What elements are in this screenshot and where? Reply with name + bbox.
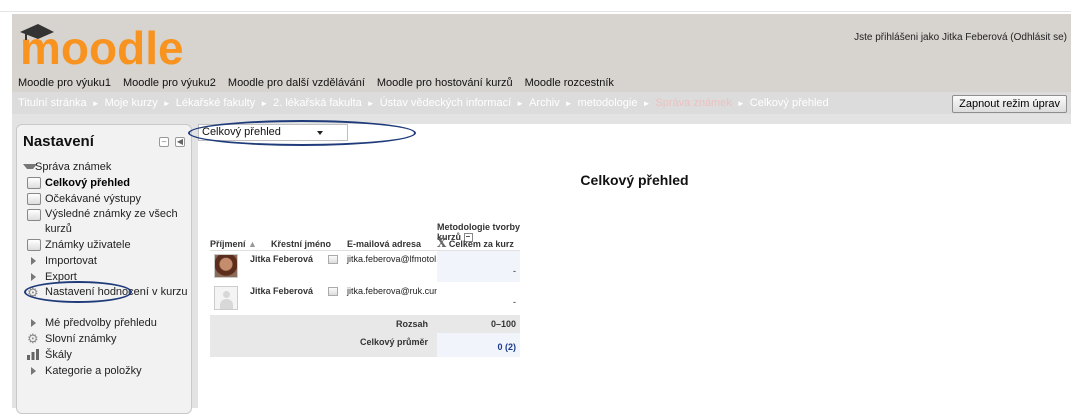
tree-item-label: Výsledné známky ze všech kurzů — [45, 208, 178, 235]
page-header: moodle Jste přihlášeni jako Jitka Febero… — [12, 14, 1071, 74]
col-surname-header[interactable]: Příjmení ▲ — [210, 239, 257, 249]
user-report-icon[interactable] — [328, 287, 338, 296]
custom-menu: Moodle pro výuku1 Moodle pro výuku2 Mood… — [12, 74, 1071, 92]
report-icon — [27, 209, 41, 221]
grade-cell[interactable]: - — [437, 251, 520, 282]
settings-tree: Správa známek Celkový přehled Očekávané … — [23, 159, 189, 379]
breadcrumb: Titulní stránka ► Moje kurzy ► Lékařské fa… — [12, 92, 1071, 114]
breadcrumb-separator-icon: ► — [366, 98, 375, 108]
highlight-oval-report-select — [188, 120, 416, 146]
breadcrumb-separator-icon: ► — [642, 98, 651, 108]
block-title: Nastavení — [23, 133, 94, 150]
range-row: Rozsah 0–100 — [210, 315, 520, 333]
tree-item-label: Známky uživatele — [45, 239, 131, 251]
tree-item-label: Škály — [45, 349, 72, 361]
header-label: Příjmení — [210, 239, 246, 249]
tree-item-import[interactable]: Importovat — [23, 253, 189, 269]
tree-item-user-report[interactable]: Známky uživatele — [23, 237, 189, 253]
tree-item-categories[interactable]: Kategorie a položky — [23, 363, 189, 379]
breadcrumb-item[interactable]: Archiv — [529, 97, 560, 109]
turn-editing-on-button[interactable]: Zapnout režim úprav — [952, 95, 1067, 113]
average-label: Celkový průměr — [359, 337, 428, 347]
breadcrumb-separator-icon: ► — [736, 98, 745, 108]
scales-icon — [27, 349, 39, 360]
block-dock-icon[interactable]: ◀ — [175, 137, 185, 147]
tree-item-letters[interactable]: ⚙ Slovní známky — [23, 331, 189, 347]
settings-block: Nastavení – ◀ Správa známek Celkový přeh… — [16, 124, 192, 414]
report-icon — [27, 239, 41, 251]
menu-item-dalsi-vzdelavani[interactable]: Moodle pro další vzdělávání — [228, 77, 365, 89]
report-icon — [27, 193, 41, 205]
breadcrumb-item[interactable]: metodologie — [578, 97, 638, 109]
user-avatar[interactable] — [214, 254, 238, 278]
grader-table: Příjmení ▲ Křestní jméno E-mailová adres… — [210, 220, 520, 357]
table-header-row: Příjmení ▲ Křestní jméno E-mailová adres… — [210, 220, 520, 260]
menu-item-vyuka1[interactable]: Moodle pro výuku1 — [18, 77, 111, 89]
grade-cell[interactable]: - — [437, 282, 520, 315]
breadcrumb-separator-icon: ► — [91, 98, 100, 108]
page-title: Celkový přehled — [580, 172, 689, 188]
table-row: Jitka Feberová jitka.feberova@lfmotol.cu… — [210, 251, 520, 282]
browser-top-strip — [0, 0, 1071, 12]
breadcrumb-separator-icon: ► — [162, 98, 171, 108]
average-row: Celkový průměr 0 (2) — [210, 333, 520, 357]
gear-icon: ⚙ — [27, 331, 39, 346]
table-row: Jitka Feberová jitka.feberova@ruk.cuni.c… — [210, 282, 520, 315]
tree-item-grade-admin[interactable]: Správa známek — [23, 159, 189, 175]
grade-value: - — [513, 266, 516, 276]
col-firstname-header[interactable]: Křestní jméno — [271, 239, 331, 249]
tree-item-label: Celkový přehled — [45, 177, 130, 189]
sort-asc-icon: ▲ — [248, 239, 257, 249]
tree-item-label: Kategorie a položky — [45, 365, 142, 377]
tree-item-grader-report[interactable]: Celkový přehled — [23, 175, 189, 191]
collapsed-arrow-icon — [31, 257, 36, 265]
range-value: 0–100 — [490, 319, 516, 329]
block-hide-icon[interactable]: – — [159, 137, 169, 147]
breadcrumb-item[interactable]: Ústav vědeckých informací — [380, 97, 511, 109]
breadcrumb-separator-icon: ► — [516, 98, 525, 108]
breadcrumb-item[interactable]: Lékařské fakulty — [176, 97, 255, 109]
average-value: 0 (2) — [497, 342, 516, 352]
student-name[interactable]: Jitka Feberová — [250, 254, 313, 264]
aggregate-sigma-icon: Χ̄ — [437, 236, 447, 250]
menu-item-hostovani[interactable]: Moodle pro hostování kurzů — [377, 77, 513, 89]
header-label: Celkem za kurz — [448, 239, 514, 249]
bar-chart-icon — [27, 349, 39, 360]
tree-item-outcomes[interactable]: Očekávané výstupy — [23, 191, 189, 207]
tree-item-label: Očekávané výstupy — [45, 193, 141, 205]
breadcrumb-current: Celkový přehled — [749, 97, 829, 109]
collapsed-arrow-icon — [31, 319, 36, 327]
average-cell: 0 (2) — [437, 333, 520, 357]
user-avatar[interactable] — [214, 286, 238, 310]
user-report-icon[interactable] — [328, 255, 338, 264]
breadcrumb-separator-icon: ► — [260, 98, 269, 108]
tree-item-label: Importovat — [45, 255, 97, 267]
breadcrumb-item[interactable]: Titulní stránka — [18, 97, 87, 109]
moodle-logo[interactable]: moodle — [18, 20, 188, 70]
menu-item-vyuka2[interactable]: Moodle pro výuku2 — [123, 77, 216, 89]
tree-item-my-preferences[interactable]: Mé předvolby přehledu — [23, 315, 189, 331]
collapsed-arrow-icon — [31, 273, 36, 281]
tree-item-label: Správa známek — [35, 161, 112, 173]
tree-item-label: Slovní známky — [45, 333, 117, 345]
range-label: Rozsah — [395, 319, 428, 329]
tree-item-scales[interactable]: Škály — [23, 347, 189, 363]
grade-value: - — [513, 297, 516, 307]
report-icon — [27, 177, 41, 189]
tree-item-overview[interactable]: Výsledné známky ze všech kurzů — [23, 207, 189, 237]
breadcrumb-item[interactable]: Správa známek — [655, 97, 731, 109]
col-email-header[interactable]: E-mailová adresa — [347, 239, 421, 249]
menu-item-rozcestnik[interactable]: Moodle rozcestník — [525, 77, 614, 89]
moodle-page: moodle Jste přihlášeni jako Jitka Febero… — [12, 14, 1071, 414]
highlight-oval-export — [24, 281, 132, 303]
main-content: Celkový přehled Celkový přehled Příjmení… — [198, 124, 1071, 408]
student-name[interactable]: Jitka Feberová — [250, 286, 313, 296]
breadcrumb-item[interactable]: 2. lékařská fakulta — [273, 97, 362, 109]
collapsed-arrow-icon — [31, 367, 36, 375]
breadcrumb-separator-icon: ► — [564, 98, 573, 108]
tree-item-label: Mé předvolby přehledu — [45, 317, 157, 329]
moodle-logo-graphic: moodle — [20, 22, 184, 70]
login-info[interactable]: Jste přihlášeni jako Jitka Feberová (Odh… — [854, 32, 1067, 43]
breadcrumb-item[interactable]: Moje kurzy — [105, 97, 158, 109]
